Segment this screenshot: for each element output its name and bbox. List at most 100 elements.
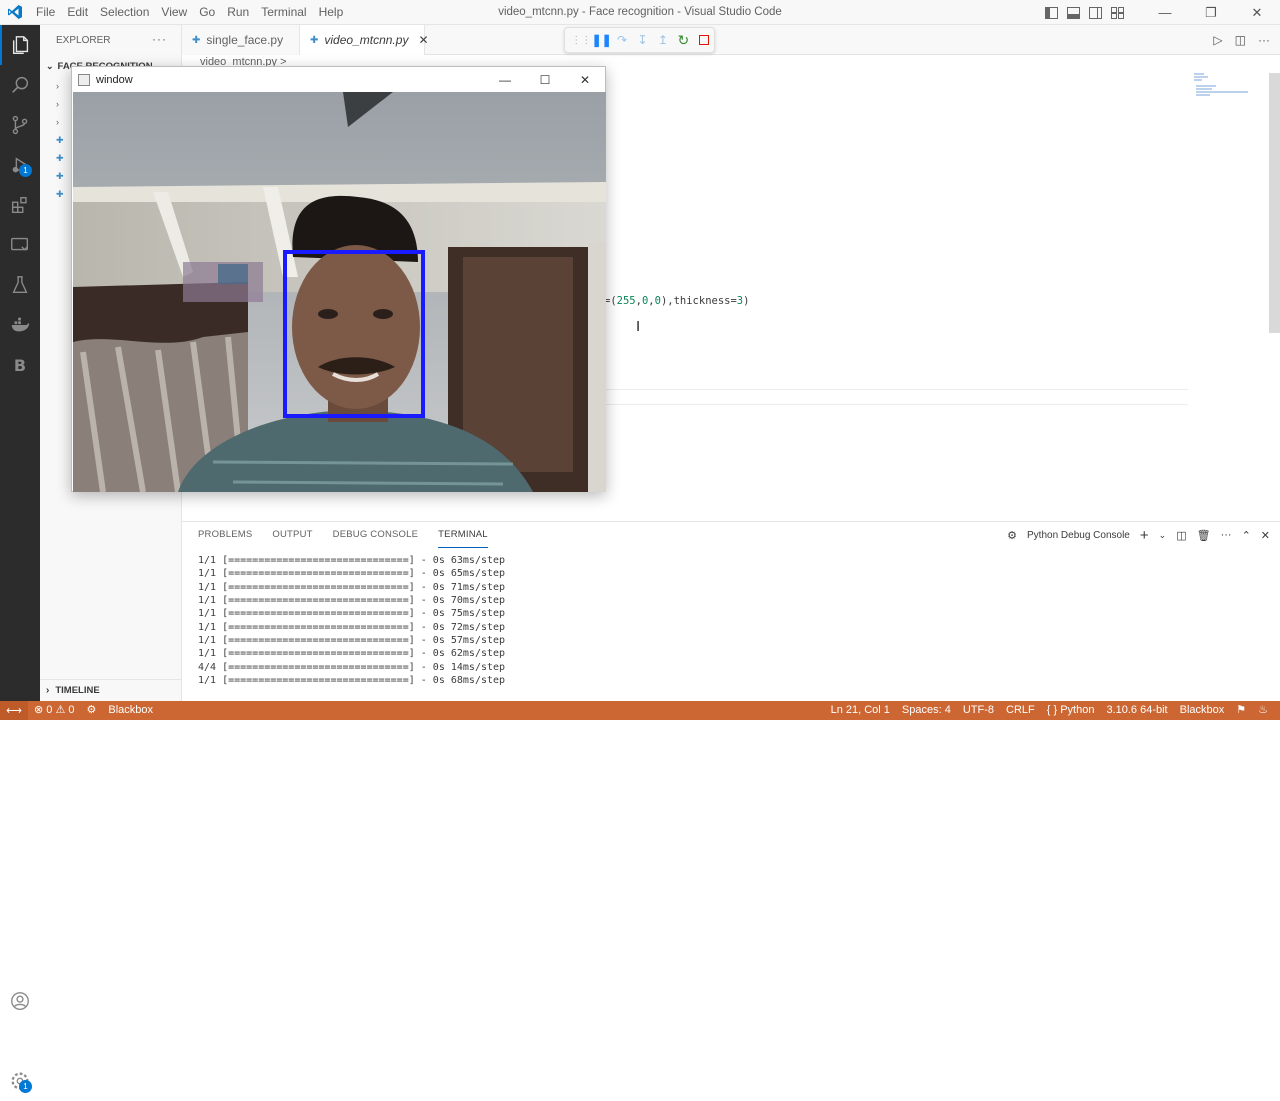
step-into-icon[interactable]: ↧	[632, 29, 652, 51]
code-line[interactable]: =(255,0,0),thickness=3)	[604, 295, 749, 307]
language-label: Python	[1060, 704, 1095, 716]
minimap[interactable]	[1192, 72, 1252, 102]
python-file-icon: ✚	[56, 134, 64, 145]
feedback-icon[interactable]: ⚑	[1230, 701, 1252, 720]
toggle-primary-sidebar-icon[interactable]	[1040, 0, 1062, 25]
search-icon[interactable]	[0, 65, 40, 105]
explorer-header: EXPLORER ···	[40, 25, 181, 55]
drag-handle-icon[interactable]: ⋮⋮	[571, 29, 591, 51]
restart-icon[interactable]: ↻	[673, 29, 693, 51]
source-control-icon[interactable]	[0, 105, 40, 145]
timeline-label: TIMELINE	[55, 685, 100, 696]
remote-indicator-icon[interactable]: ⟷	[0, 701, 28, 720]
manage-gear-icon[interactable]: 1	[0, 1061, 40, 1101]
explorer-title: EXPLORER	[56, 34, 111, 46]
chevron-right-icon: ›	[56, 81, 59, 91]
terminal-profile-icon: ⚙	[1007, 529, 1018, 542]
error-count: 0	[46, 704, 53, 716]
debug-badge: 1	[19, 164, 32, 177]
tab-output[interactable]: OUTPUT	[272, 522, 312, 548]
end-of-line[interactable]: CRLF	[1000, 701, 1041, 720]
python-interpreter[interactable]: 3.10.6 64-bit	[1100, 701, 1173, 720]
toggle-panel-icon[interactable]	[1062, 0, 1084, 25]
cursor-position[interactable]: Ln 21, Col 1	[825, 701, 896, 720]
terminal-profile-label[interactable]: Python Debug Console	[1027, 530, 1130, 541]
toggle-secondary-sidebar-icon[interactable]	[1084, 0, 1106, 25]
bottom-panel: PROBLEMS OUTPUT DEBUG CONSOLE TERMINAL ⚙…	[182, 521, 1280, 701]
restore-button[interactable]: ❐	[1188, 0, 1234, 25]
editor-scrollbar[interactable]	[1269, 73, 1280, 333]
terminal-line: 1/1 [==============================] - 0…	[198, 608, 506, 620]
menu-file[interactable]: File	[30, 0, 61, 25]
more-actions-icon[interactable]: ···	[1221, 529, 1232, 541]
accounts-icon[interactable]	[0, 981, 40, 1021]
remote-explorer-icon[interactable]	[0, 225, 40, 265]
menu-terminal[interactable]: Terminal	[255, 0, 312, 25]
menu-selection[interactable]: Selection	[94, 0, 155, 25]
problems-status[interactable]: ⊗ 0 ⚠ 0	[28, 701, 81, 720]
testing-icon[interactable]	[0, 265, 40, 305]
cv-maximize-button[interactable]: ☐	[525, 67, 565, 92]
terminal-line: 1/1 [==============================] - 0…	[198, 675, 506, 687]
cv-close-button[interactable]: ✕	[565, 67, 605, 92]
close-tab-icon[interactable]: ✕	[418, 33, 428, 47]
customize-layout-icon[interactable]	[1106, 0, 1128, 25]
tab-video-mtcnn[interactable]: ✚ video_mtcnn.py ✕	[300, 25, 429, 55]
docker-icon[interactable]	[0, 305, 40, 345]
encoding[interactable]: UTF-8	[957, 701, 1000, 720]
maximize-panel-icon[interactable]: ⌃	[1242, 529, 1251, 542]
run-debug-icon[interactable]: 1	[0, 145, 40, 185]
run-file-icon[interactable]: ▷	[1213, 33, 1222, 47]
step-over-icon[interactable]: ↷	[612, 29, 632, 51]
new-terminal-icon[interactable]: +	[1140, 527, 1149, 544]
chevron-down-icon[interactable]: ⌄	[1159, 530, 1167, 541]
blackbox-icon[interactable]: B	[0, 345, 40, 385]
minimize-button[interactable]: —	[1142, 0, 1188, 25]
step-out-icon[interactable]: ↥	[653, 29, 673, 51]
manage-badge: 1	[19, 1080, 32, 1093]
trash-icon[interactable]: 🗑	[1197, 529, 1211, 542]
tab-single-face[interactable]: ✚ single_face.py	[182, 25, 300, 55]
menu-go[interactable]: Go	[193, 0, 221, 25]
blackbox-status[interactable]: Blackbox	[102, 701, 159, 720]
opencv-window[interactable]: window — ☐ ✕	[71, 66, 606, 492]
terminal-line: 1/1 [==============================] - 0…	[198, 648, 506, 660]
menu-help[interactable]: Help	[313, 0, 350, 25]
python-file-icon: ✚	[56, 170, 64, 181]
menu-view[interactable]: View	[155, 0, 193, 25]
tab-problems[interactable]: PROBLEMS	[198, 522, 252, 548]
debug-toolbar: ⋮⋮ ❚❚ ↷ ↧ ↥ ↻	[564, 27, 715, 53]
tab-terminal[interactable]: TERMINAL	[438, 522, 488, 548]
menu-edit[interactable]: Edit	[61, 0, 94, 25]
bug-icon[interactable]: ⚙	[81, 701, 103, 720]
terminal-line: 4/4 [==============================] - 0…	[198, 661, 506, 673]
cv-minimize-button[interactable]: —	[485, 67, 525, 92]
indentation[interactable]: Spaces: 4	[896, 701, 957, 720]
explorer-icon[interactable]	[0, 25, 40, 65]
close-window-button[interactable]: ✕	[1234, 0, 1280, 25]
terminal-output[interactable]: 1/1 [==============================] - 0…	[198, 554, 505, 687]
chevron-down-icon: ⌄	[46, 60, 54, 71]
notifications-bell-icon[interactable]: ♨	[1252, 701, 1274, 720]
more-actions-icon[interactable]: ···	[152, 32, 167, 46]
chevron-right-icon: ›	[46, 685, 50, 696]
opencv-window-title: window	[96, 73, 133, 86]
menu-run[interactable]: Run	[221, 0, 255, 25]
code-token: ),thickness=	[660, 295, 737, 307]
timeline-section[interactable]: › TIMELINE	[40, 679, 182, 701]
python-file-icon: ✚	[192, 34, 201, 46]
warning-count: 0	[68, 704, 75, 716]
stop-icon[interactable]	[694, 29, 714, 51]
more-actions-icon[interactable]: ···	[1258, 33, 1270, 47]
code-number: 255	[616, 295, 636, 307]
close-panel-icon[interactable]: ✕	[1261, 529, 1270, 542]
person-face	[292, 245, 420, 409]
language-mode[interactable]: { } Python	[1041, 701, 1101, 720]
split-terminal-icon[interactable]: ◫	[1176, 529, 1186, 542]
pause-icon[interactable]: ❚❚	[591, 29, 612, 51]
tab-debug-console[interactable]: DEBUG CONSOLE	[333, 522, 418, 548]
split-editor-icon[interactable]: ◫	[1235, 33, 1246, 47]
blackbox-right[interactable]: Blackbox	[1174, 701, 1231, 720]
extensions-icon[interactable]	[0, 185, 40, 225]
tab-label: single_face.py	[206, 33, 284, 47]
